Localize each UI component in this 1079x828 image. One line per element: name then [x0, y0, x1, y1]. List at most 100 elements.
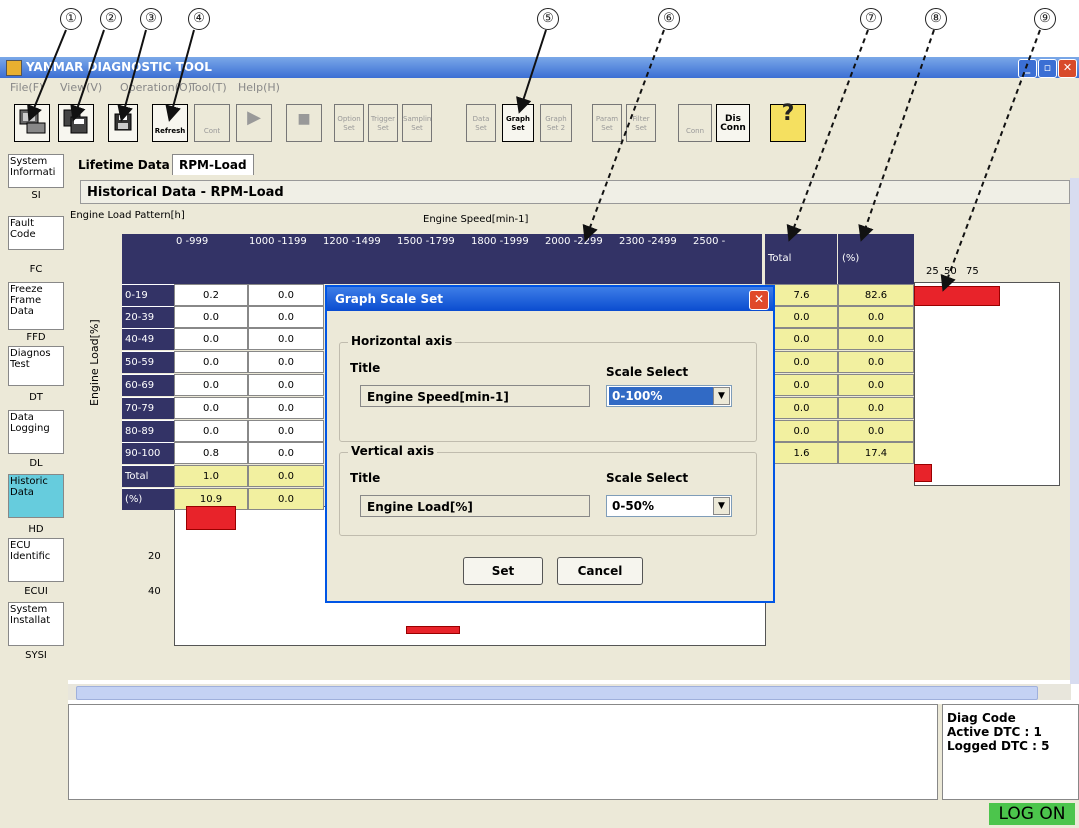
col-header-7: 2500 -	[693, 236, 761, 248]
table-cell-total: 0.0	[248, 465, 324, 487]
scroll-thumb[interactable]	[76, 686, 1038, 700]
diag-code-box: Diag Code Active DTC : 1 Logged DTC : 5	[942, 704, 1079, 800]
nav-caption-ecui: ECUI	[24, 586, 48, 597]
h-scale-label: Scale Select	[606, 365, 689, 379]
dialog-title: Graph Scale Set	[327, 287, 773, 311]
tabs-bar: Lifetime Data RPM-Load	[68, 152, 1079, 178]
axis-tick-25: 25	[926, 266, 939, 277]
open-file-button[interactable]	[14, 104, 50, 142]
conn-button[interactable]: Conn	[678, 104, 712, 142]
table-cell: 0.0	[248, 306, 324, 328]
trigger-set-button[interactable]: Trigger Set	[368, 104, 398, 142]
callout-8: ⑧	[925, 6, 947, 30]
minimize-button[interactable]: _	[1018, 59, 1037, 78]
cancel-button[interactable]: Cancel	[557, 557, 643, 585]
menu-bar: File(F) View(V) Operation(O) Tool(T) Hel…	[0, 78, 1079, 98]
horizontal-scrollbar[interactable]	[68, 684, 1071, 700]
total-cell: 0.0	[765, 306, 838, 328]
table-cell: 0.0	[248, 328, 324, 350]
engine-speed-label: Engine Speed[min-1]	[423, 214, 529, 225]
menu-tool[interactable]: Tool(T)	[190, 81, 227, 94]
table-cell: 0.0	[174, 374, 248, 396]
play-button[interactable]: ▶	[236, 104, 272, 142]
menu-help[interactable]: Help(H)	[238, 81, 280, 94]
nav-ecu-identific[interactable]: ECU Identific	[8, 538, 64, 582]
graph-set-button[interactable]: Graph Set	[502, 104, 534, 142]
vertical-scrollbar[interactable]	[1070, 178, 1079, 684]
total-header: Total	[765, 234, 837, 284]
floppy-disk-icon	[114, 113, 132, 131]
table-cell: 0.0	[174, 328, 248, 350]
restore-button[interactable]: ▫	[1038, 59, 1057, 78]
row-label: Total	[122, 465, 174, 487]
nav-system-installat[interactable]: System Installat	[8, 602, 64, 646]
dialog-close-button[interactable]: ✕	[749, 290, 769, 310]
refresh-button[interactable]: Refresh	[152, 104, 188, 142]
nav-freeze-frame[interactable]: Freeze Frame Data	[8, 282, 64, 330]
nav-diagnos-test[interactable]: Diagnos Test	[8, 346, 64, 386]
nav-system-info[interactable]: System Informati	[8, 154, 64, 188]
total-cell: 7.6	[765, 284, 838, 306]
help-button[interactable]: ?	[770, 103, 806, 142]
v-title-field[interactable]: Engine Load[%]	[360, 495, 590, 517]
save-as-button[interactable]	[58, 104, 94, 142]
stop-button[interactable]: ■	[286, 104, 322, 142]
cont-button[interactable]: Cont	[194, 104, 230, 142]
filter-set-button[interactable]: Filter Set	[626, 104, 656, 142]
col-header-5: 2000 -2299	[545, 236, 615, 248]
pct-cell: 0.0	[838, 374, 914, 396]
message-box	[68, 704, 938, 800]
engine-load-label: Engine Load[%]	[88, 319, 101, 406]
v-scale-select[interactable]: 0-50% ▼	[606, 495, 732, 517]
menu-operation[interactable]: Operation(O)	[120, 81, 192, 94]
sampling-set-button[interactable]: Samplin Set	[402, 104, 432, 142]
window-title: YANMAR DIAGNOSTIC TOOL	[26, 60, 212, 74]
param-set-button[interactable]: Param Set	[592, 104, 622, 142]
row-label: 0-19	[122, 284, 174, 306]
col-header-2: 1200 -1499	[323, 236, 393, 248]
table-cell: 0.0	[174, 397, 248, 419]
lower-chart-bar	[186, 506, 236, 530]
bottom-panel: Diag Code Active DTC : 1 Logged DTC : 5	[68, 704, 1079, 800]
left-nav: System Informati SI Fault Code FC Freeze…	[0, 152, 68, 828]
menu-view[interactable]: View(V)	[60, 81, 102, 94]
pct-header: (%)	[838, 234, 914, 284]
row-label: 40-49	[122, 328, 174, 350]
set-button[interactable]: Set	[463, 557, 543, 585]
row-label: 90-100	[122, 442, 174, 464]
table-cell: 0.0	[248, 442, 324, 464]
data-set-button[interactable]: Data Set	[466, 104, 496, 142]
nav-historic-data[interactable]: Historic Data	[8, 474, 64, 518]
logged-dtc: Logged DTC : 5	[947, 739, 1050, 753]
save-button[interactable]	[108, 104, 138, 142]
pct-cell: 0.0	[838, 420, 914, 442]
menu-file[interactable]: File(F)	[10, 81, 43, 94]
h-title-field[interactable]: Engine Speed[min-1]	[360, 385, 590, 407]
option-set-button[interactable]: Option Set	[334, 104, 364, 142]
h-scale-select[interactable]: 0-100% ▼	[606, 385, 732, 407]
col-header-1: 1000 -1199	[249, 236, 319, 248]
total-cell: 0.0	[765, 420, 838, 442]
table-cell: 0.0	[248, 420, 324, 442]
status-bar: LOG ON	[0, 800, 1079, 828]
table-cell-pct: 0.0	[248, 488, 324, 510]
tab-lifetime-data[interactable]: Lifetime Data	[78, 158, 170, 172]
app-icon	[6, 60, 22, 76]
graph-set-2-button[interactable]: Graph Set 2	[540, 104, 572, 142]
nav-fault-code[interactable]: Fault Code	[8, 216, 64, 250]
pct-cell: 17.4	[838, 442, 914, 464]
log-on-indicator: LOG ON	[989, 803, 1075, 825]
horizontal-axis-group: Horizontal axis Title Scale Select Engin…	[339, 334, 757, 442]
nav-data-logging[interactable]: Data Logging	[8, 410, 64, 454]
total-cell: 1.6	[765, 442, 838, 464]
disconn-button[interactable]: Dis Conn	[716, 104, 750, 142]
row-label: 70-79	[122, 397, 174, 419]
axis-tick-75: 75	[966, 266, 979, 277]
v-scale-label: Scale Select	[606, 471, 689, 485]
h-title-label: Title	[350, 361, 381, 375]
total-cell: 0.0	[765, 397, 838, 419]
tab-rpm-load[interactable]: RPM-Load	[172, 154, 254, 175]
monitor-print-icon	[19, 109, 46, 134]
window-title-bar: YANMAR DIAGNOSTIC TOOL _ ▫ ✕	[0, 57, 1079, 78]
close-button[interactable]: ✕	[1058, 59, 1077, 78]
